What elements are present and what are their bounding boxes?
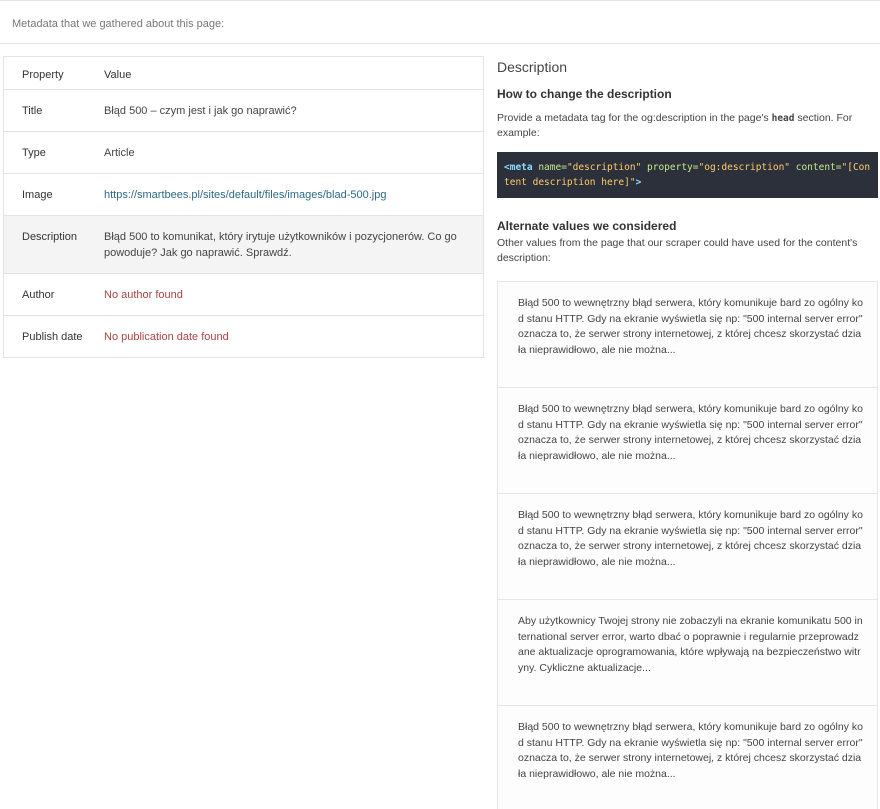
table-row-publish-date: Publish date No publication date found (4, 316, 483, 358)
alternates-text: Other values from the page that our scra… (497, 237, 858, 264)
image-url-link[interactable]: https://smartbees.pl/sites/default/files… (104, 187, 464, 215)
page-header-text: Metadata that we gathered about this pag… (12, 18, 225, 30)
property-label: Publish date (22, 331, 83, 343)
page-header: Metadata that we gathered about this pag… (0, 0, 880, 44)
head-keyword: head (771, 113, 795, 124)
property-label: Type (22, 147, 46, 159)
code-example: <meta name="description" property="og:de… (497, 152, 878, 198)
column-header-property: Property (22, 69, 64, 81)
section-title: Description (497, 59, 568, 75)
table-row-description: Description Błąd 500 to komunikat, który… (4, 216, 483, 274)
title-value: Błąd 500 – czym jest i jak go naprawić? (104, 105, 297, 117)
property-label: Title (22, 105, 43, 117)
alternates-title: Alternate values we considered (497, 219, 677, 233)
alternate-values-list: Błąd 500 to wewnętrzny błąd serwera, któ… (497, 281, 878, 809)
table-row-type: Type Article (4, 132, 483, 174)
description-value: Błąd 500 to komunikat, który irytuje uży… (104, 231, 457, 259)
table-row-image: Image https://smartbees.pl/sites/default… (4, 174, 483, 216)
author-value: No author found (104, 289, 183, 301)
table-header-row: Property Value (4, 57, 483, 90)
list-item: Błąd 500 to wewnętrzny błąd serwera, któ… (498, 388, 877, 494)
list-item: Błąd 500 to wewnętrzny błąd serwera, któ… (498, 494, 877, 600)
metadata-table: Property Value Title Błąd 500 – czym jes… (3, 56, 484, 358)
property-label: Author (22, 289, 55, 301)
list-item: Błąd 500 to wewnętrzny błąd serwera, któ… (498, 282, 877, 388)
publish-date-value: No publication date found (104, 331, 229, 343)
list-item: Błąd 500 to wewnętrzny błąd serwera, któ… (498, 706, 877, 809)
column-header-value: Value (104, 69, 132, 81)
table-row-title: Title Błąd 500 – czym jest i jak go napr… (4, 90, 483, 132)
type-value: Article (104, 147, 135, 159)
list-item: Aby użytkownicy Twojej strony nie zobacz… (498, 600, 877, 706)
howto-title: How to change the description (497, 87, 672, 101)
table-row-author: Author No author found (4, 274, 483, 316)
property-label: Image (22, 189, 53, 201)
howto-text: Provide a metadata tag for the og:descri… (497, 112, 853, 139)
property-label: Description (22, 231, 78, 243)
